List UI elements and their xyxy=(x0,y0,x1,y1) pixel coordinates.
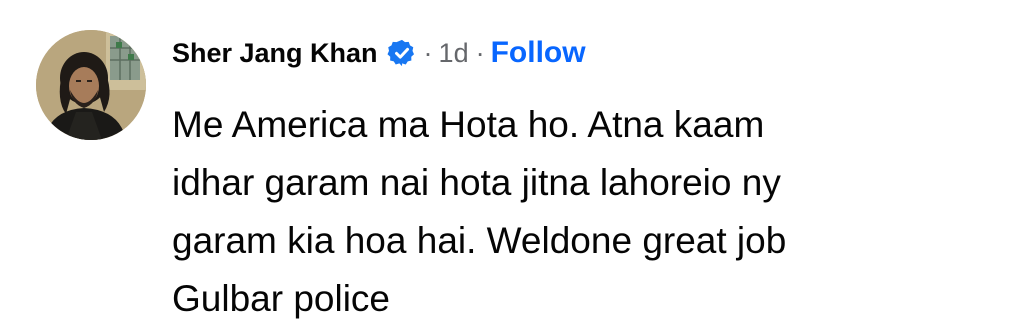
timestamp[interactable]: 1d xyxy=(439,38,469,69)
comment-text-line: idhar garam nai hota jitna lahoreio ny xyxy=(172,162,781,203)
comment-text-line: Me America ma Hota ho. Atna kaam xyxy=(172,104,765,145)
verified-badge-icon xyxy=(387,38,417,68)
avatar-photo xyxy=(36,30,146,140)
comment-body: Me America ma Hota ho. Atna kaam idhar g… xyxy=(172,96,992,328)
separator-dot: · xyxy=(423,37,433,68)
separator-dot: · xyxy=(475,37,485,68)
comment: Sher Jang Khan · 1d · Follow Me America … xyxy=(0,0,1024,334)
comment-header: Sher Jang Khan · 1d · Follow xyxy=(172,30,586,76)
author-name[interactable]: Sher Jang Khan xyxy=(172,38,378,69)
avatar[interactable] xyxy=(36,30,146,140)
comment-text-line: garam kia hoa hai. Weldone great job xyxy=(172,220,787,261)
comment-text-line: Gulbar police xyxy=(172,278,391,319)
follow-button[interactable]: Follow xyxy=(491,36,586,70)
